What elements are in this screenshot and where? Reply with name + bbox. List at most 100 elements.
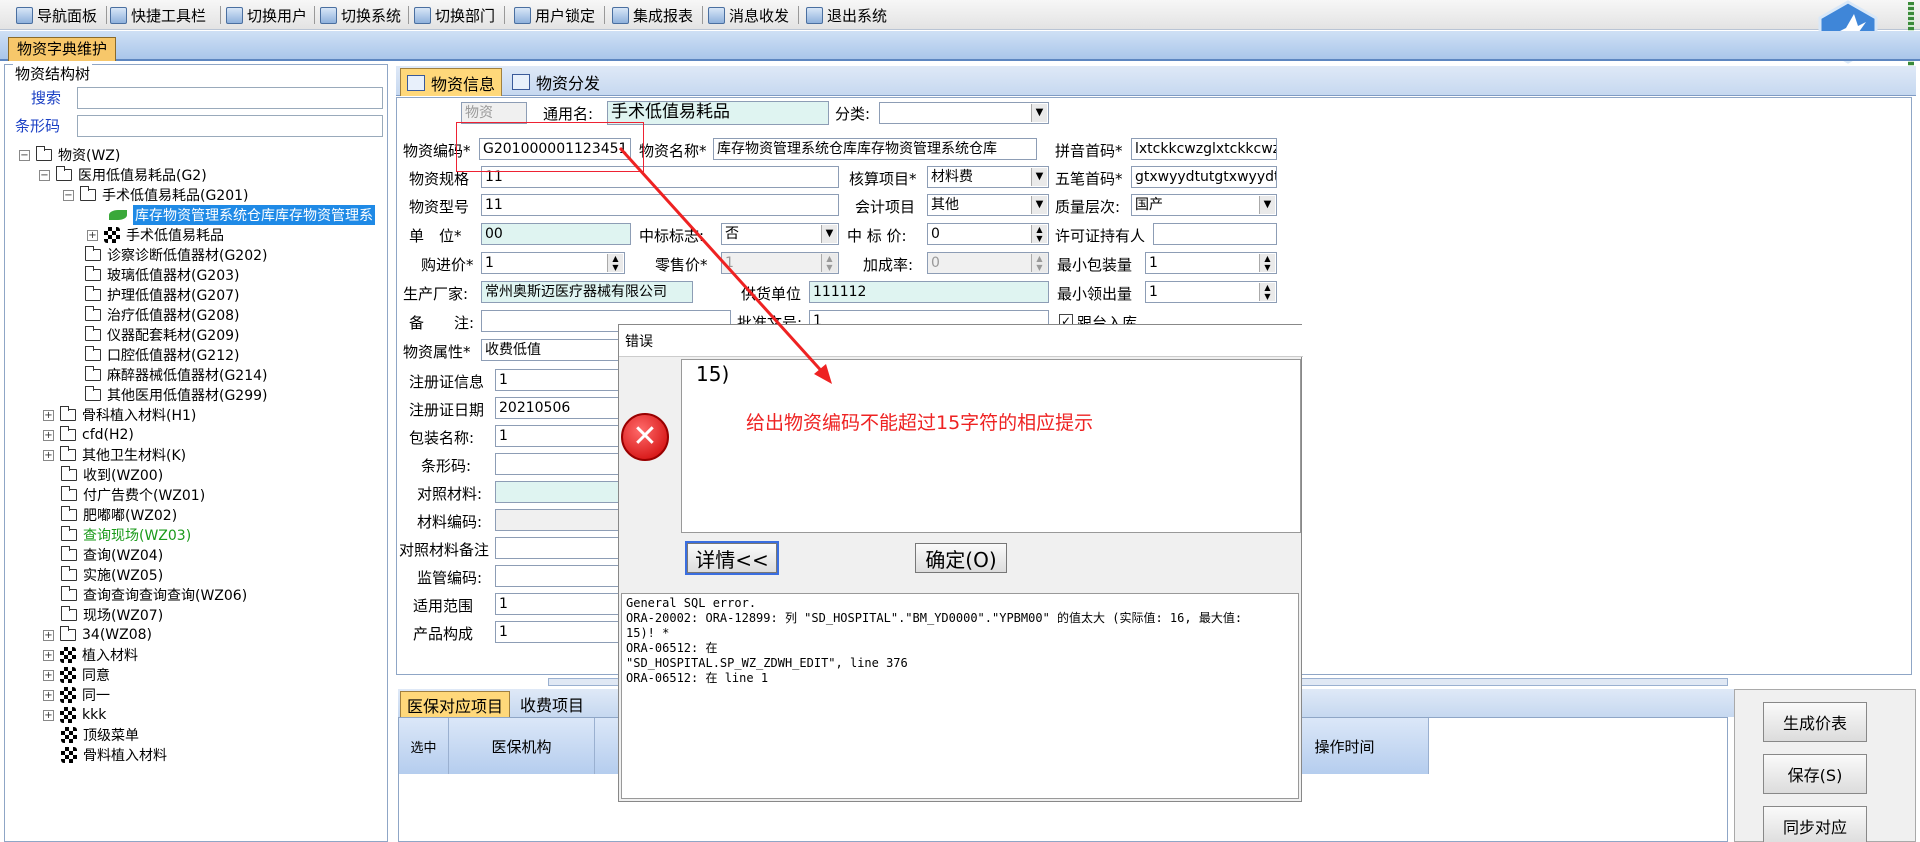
flag-icon	[60, 687, 76, 703]
main-tabstrip: 物资字典维护	[0, 31, 1920, 61]
tree-node[interactable]: 查询查询查询查询(WZ06)	[61, 585, 247, 605]
tree-node[interactable]: 仪器配套耗材(G209)	[85, 325, 240, 345]
registration-date-label: 注册证日期	[409, 401, 485, 419]
quality-label: 质量层次:	[1055, 198, 1121, 216]
ok-button[interactable]: 确定(O)	[915, 543, 1007, 573]
dept-icon	[414, 6, 431, 24]
wubi-input[interactable]: gtxwyydtutgtxwyydtutg	[1131, 166, 1277, 188]
account-item-select[interactable]: 其他 ▼	[927, 194, 1049, 216]
license-holder-input[interactable]	[1153, 223, 1277, 245]
name-label: 物资名称*	[639, 142, 707, 160]
tree-node[interactable]: − 手术低值易耗品(G201)	[63, 185, 249, 205]
tab-material-info[interactable]: 物资信息	[400, 68, 503, 96]
tree-node[interactable]: 顶级菜单	[61, 725, 139, 745]
folder-icon	[85, 306, 101, 321]
save-button[interactable]: 保存(S)	[1763, 754, 1867, 794]
tree-node[interactable]: +34(WZ08)	[43, 625, 152, 645]
bid-price-input[interactable]: 0 ▲ ▼	[927, 223, 1049, 245]
tree-node[interactable]: + 骨科植入材料(H1)	[43, 405, 196, 425]
folder-icon	[61, 546, 77, 561]
purchase-price-input[interactable]: 1 ▲ ▼	[481, 252, 625, 274]
tree-node[interactable]: 现场(WZ07)	[61, 605, 163, 625]
search-input[interactable]	[77, 87, 383, 109]
markup-input[interactable]: 0 ▲ ▼	[927, 252, 1049, 274]
mapped-remark-label: 对照材料备注	[399, 541, 490, 559]
sync-button[interactable]: 同步对应	[1763, 806, 1867, 842]
menu-reports[interactable]: 集成报表	[612, 4, 693, 26]
tree-node[interactable]: 收到(WZ00)	[61, 465, 163, 485]
navigation-icon	[16, 6, 33, 24]
tree-node[interactable]: + 同意	[43, 665, 110, 685]
manufacturer-label: 生产厂家:	[403, 285, 469, 303]
menu-switch-user[interactable]: 切换用户	[226, 4, 307, 26]
tab-material-distribution[interactable]: 物资分发	[506, 68, 606, 96]
tree-node[interactable]: 付广告费个(WZ01)	[61, 485, 205, 505]
folder-icon	[36, 146, 52, 161]
spinner-icon: ▲ ▼	[1259, 254, 1275, 272]
tree-node[interactable]: 麻醉器械低值器材(G214)	[85, 365, 268, 385]
menu-switch-system[interactable]: 切换系统	[320, 4, 401, 26]
quality-select[interactable]: 国产 ▼	[1131, 194, 1277, 216]
tree-node[interactable]: 骨料植入材料	[61, 745, 167, 765]
bid-flag-select[interactable]: 否 ▼	[721, 223, 839, 245]
menu-navigation-panel[interactable]: 导航面板	[16, 4, 97, 26]
tree-node[interactable]: 查询(WZ04)	[61, 545, 163, 565]
license-holder-label: 许可证持有人	[1055, 227, 1146, 245]
tree-node[interactable]: 护理低值器材(G207)	[85, 285, 240, 305]
tree-node[interactable]: − 医用低值易耗品(G2)	[39, 165, 207, 185]
tree-node[interactable]: + 手术低值易耗品	[87, 225, 224, 245]
unit-input[interactable]: 00	[481, 223, 631, 245]
menu-quick-toolbar[interactable]: 快捷工具栏	[110, 4, 206, 26]
tree-node[interactable]: 玻璃低值器材(G203)	[85, 265, 240, 285]
toolbar-icon	[110, 6, 127, 24]
folder-icon	[60, 446, 76, 461]
tree-node[interactable]: 口腔低值器材(G212)	[85, 345, 240, 365]
manufacturer-input[interactable]: 常州奥斯迈医疗器械有限公司	[481, 281, 693, 303]
menubar: 导航面板 快捷工具栏 切换用户 切换系统 切换部门 用户锁定 集成报表 消息收发…	[0, 0, 1920, 30]
tree-node[interactable]: 其他医用低值器材(G299)	[85, 385, 268, 405]
tree-node[interactable]: 查询现场(WZ03)	[61, 525, 191, 545]
tab-insurance-items[interactable]: 医保对应项目	[400, 691, 511, 717]
barcode-input[interactable]	[77, 115, 383, 137]
menu-messages[interactable]: 消息收发	[708, 4, 789, 26]
error-message: 15)	[696, 362, 730, 386]
tree-node[interactable]: 诊察诊断低值器材(G202)	[85, 245, 268, 265]
tab-material-dictionary[interactable]: 物资字典维护	[8, 37, 117, 61]
attribute-label: 物资属性*	[403, 343, 471, 361]
generate-price-button[interactable]: 生成价表	[1763, 702, 1867, 742]
tree-node[interactable]: 肥嘟嘟(WZ02)	[61, 505, 177, 525]
tree-node[interactable]: 治疗低值器材(G208)	[85, 305, 240, 325]
menu-user-lock[interactable]: 用户锁定	[514, 4, 595, 26]
system-icon	[320, 6, 337, 24]
tree-node[interactable]: 实施(WZ05)	[61, 565, 163, 585]
annotation-text: 给出物资编码不能超过15字符的相应提示	[746, 412, 1094, 434]
spinner-icon: ▲ ▼	[1259, 283, 1275, 301]
col-insurance-org[interactable]: 医保机构	[449, 718, 595, 774]
folder-icon	[61, 566, 77, 581]
pinyin-input[interactable]: lxtckkcwzglxtckkcwzglxtck	[1131, 138, 1277, 160]
report-icon	[612, 6, 629, 24]
tree-node-selected[interactable]: 库存物资管理系统仓库库存物资管理系	[109, 205, 375, 225]
min-package-input[interactable]: 1 ▲ ▼	[1145, 252, 1277, 274]
tree-node[interactable]: + 植入材料	[43, 645, 138, 665]
material-code-label: 材料编码:	[417, 513, 483, 531]
tree-node[interactable]: + 其他卫生材料(K)	[43, 445, 186, 465]
supplier-input[interactable]: 111112	[809, 281, 1049, 303]
name-input[interactable]: 库存物资管理系统仓库库存物资管理系统仓库	[713, 138, 1037, 160]
tree-node[interactable]: + cfd(H2)	[43, 425, 134, 445]
accounting-item-select[interactable]: 材料费 ▼	[927, 166, 1049, 188]
menu-exit[interactable]: 退出系统	[806, 4, 887, 26]
col-select[interactable]: 选中	[399, 718, 449, 774]
model-input[interactable]: 11	[481, 194, 839, 216]
menu-switch-dept[interactable]: 切换部门	[414, 4, 495, 26]
tab-charge-items[interactable]: 收费项目	[514, 691, 590, 717]
tree-node[interactable]: − 物资(WZ)	[19, 145, 120, 165]
min-issue-input[interactable]: 1 ▲ ▼	[1145, 281, 1277, 303]
spinner-icon: ▲ ▼	[607, 254, 623, 272]
category-select[interactable]: ▼	[879, 102, 1049, 124]
tree-node[interactable]: + 同一	[43, 685, 110, 705]
retail-price-input[interactable]: 1 ▲ ▼	[721, 252, 839, 274]
details-button[interactable]: 详情<<	[685, 541, 779, 575]
tree-node[interactable]: + kkk	[43, 705, 106, 725]
info-tab-icon	[407, 74, 425, 91]
